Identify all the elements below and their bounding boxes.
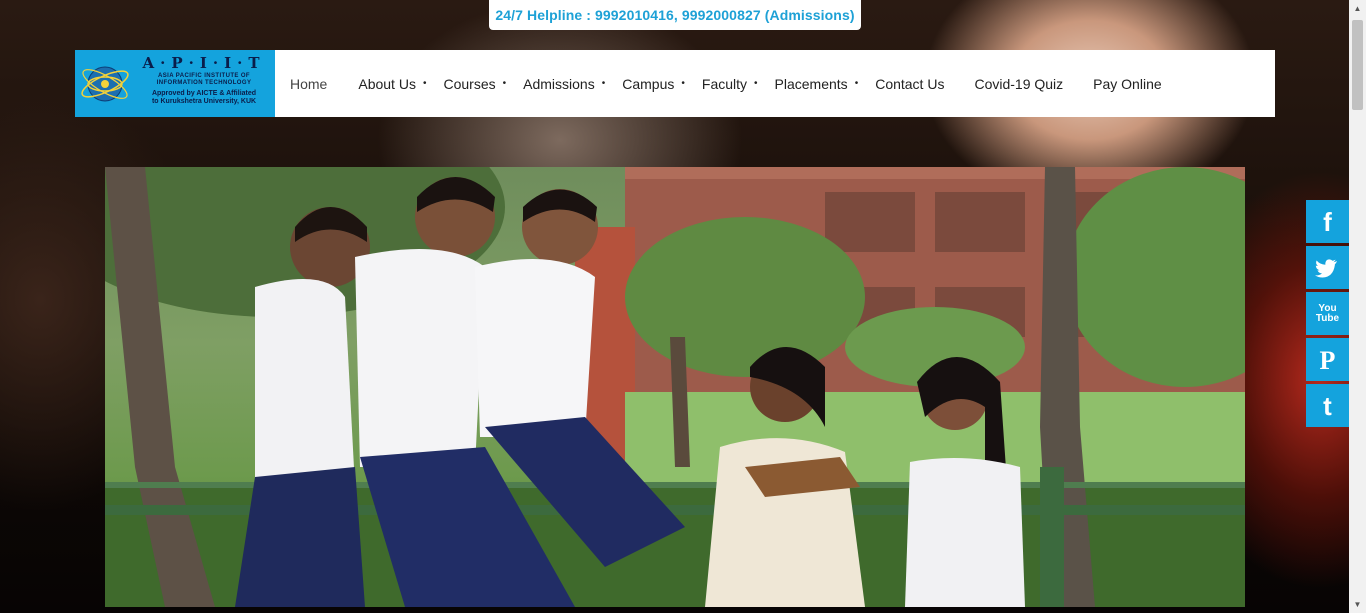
- nav-label: Admissions: [523, 75, 595, 92]
- twitter-icon: [1315, 259, 1337, 278]
- logo-line-2: INFORMATION TECHNOLOGY: [156, 80, 252, 86]
- pinterest-icon: P: [1320, 346, 1336, 375]
- logo-line-1: ASIA PACIFIC INSTITUTE OF: [158, 73, 250, 79]
- svg-text:P: P: [1320, 346, 1336, 375]
- nav-label: Pay Online: [1093, 75, 1162, 92]
- nav-item-pay-online[interactable]: Pay Online: [1093, 50, 1161, 117]
- scrollbar-thumb[interactable]: [1352, 20, 1363, 110]
- nav-item-courses[interactable]: Courses •: [443, 50, 506, 117]
- nav-label: Placements: [774, 75, 848, 92]
- main-navbar: A·P·I·I·T ASIA PACIFIC INSTITUTE OF INFO…: [75, 50, 1275, 117]
- nav-item-home[interactable]: Home: [290, 50, 327, 117]
- dropdown-dot-icon: •: [854, 78, 859, 89]
- vertical-scrollbar[interactable]: ▲ ▼: [1349, 0, 1366, 613]
- svg-text:t: t: [1323, 391, 1332, 421]
- scroll-down-arrow-icon[interactable]: ▼: [1349, 596, 1366, 613]
- nav-item-faculty[interactable]: Faculty •: [702, 50, 758, 117]
- youtube-button[interactable]: You Tube: [1306, 292, 1349, 335]
- logo-approval: Approved by AICTE & Affiliated to Kuruks…: [137, 90, 271, 106]
- svg-text:Tube: Tube: [1316, 313, 1340, 324]
- globe-icon: [81, 66, 129, 102]
- logo-line-4: to Kurukshetra University, KUK: [151, 98, 257, 105]
- dropdown-dot-icon: •: [754, 78, 758, 89]
- dropdown-dot-icon: •: [422, 78, 427, 89]
- nav-label: Covid-19 Quiz: [974, 75, 1064, 92]
- nav-label: Courses: [443, 75, 496, 92]
- nav-label: Home: [290, 75, 328, 92]
- nav-item-admissions[interactable]: Admissions •: [523, 50, 605, 117]
- dropdown-dot-icon: •: [601, 78, 606, 89]
- nav-item-placements[interactable]: Placements •: [775, 50, 859, 117]
- site-logo[interactable]: A·P·I·I·T ASIA PACIFIC INSTITUTE OF INFO…: [75, 50, 275, 117]
- hero-image: [105, 167, 1245, 607]
- nav-item-about-us[interactable]: About Us •: [358, 50, 426, 117]
- hero-scene: [105, 167, 1245, 607]
- twitter-button[interactable]: [1306, 246, 1349, 289]
- nav-label: About Us: [358, 75, 416, 92]
- nav-label: Faculty: [701, 75, 748, 92]
- logo-brand: A·P·I·I·T: [142, 54, 266, 72]
- facebook-icon: f: [1323, 207, 1332, 237]
- logo-line-3: Approved by AICTE & Affiliated: [151, 90, 257, 97]
- tumblr-icon: t: [1323, 391, 1332, 421]
- facebook-button[interactable]: f: [1306, 200, 1349, 243]
- logo-subtitle: ASIA PACIFIC INSTITUTE OF INFORMATION TE…: [137, 73, 271, 87]
- nav-item-covid-19-quiz[interactable]: Covid-19 Quiz: [974, 50, 1063, 117]
- scroll-up-arrow-icon[interactable]: ▲: [1349, 0, 1366, 17]
- nav-label: Campus: [622, 75, 675, 92]
- dropdown-dot-icon: •: [681, 78, 685, 89]
- nav-menu: Home About Us • Courses • Admissions • C…: [275, 50, 1162, 117]
- youtube-icon: You Tube: [1316, 303, 1340, 324]
- dropdown-dot-icon: •: [502, 78, 507, 89]
- nav-item-contact-us[interactable]: Contact Us: [875, 50, 944, 117]
- pinterest-button[interactable]: P: [1306, 338, 1349, 381]
- helpline-banner: 24/7 Helpline : 9992010416, 9992000827 (…: [489, 0, 861, 30]
- nav-item-campus[interactable]: Campus •: [622, 50, 685, 117]
- tumblr-button[interactable]: t: [1306, 384, 1349, 427]
- nav-label: Contact Us: [875, 75, 945, 92]
- svg-text:f: f: [1323, 207, 1332, 237]
